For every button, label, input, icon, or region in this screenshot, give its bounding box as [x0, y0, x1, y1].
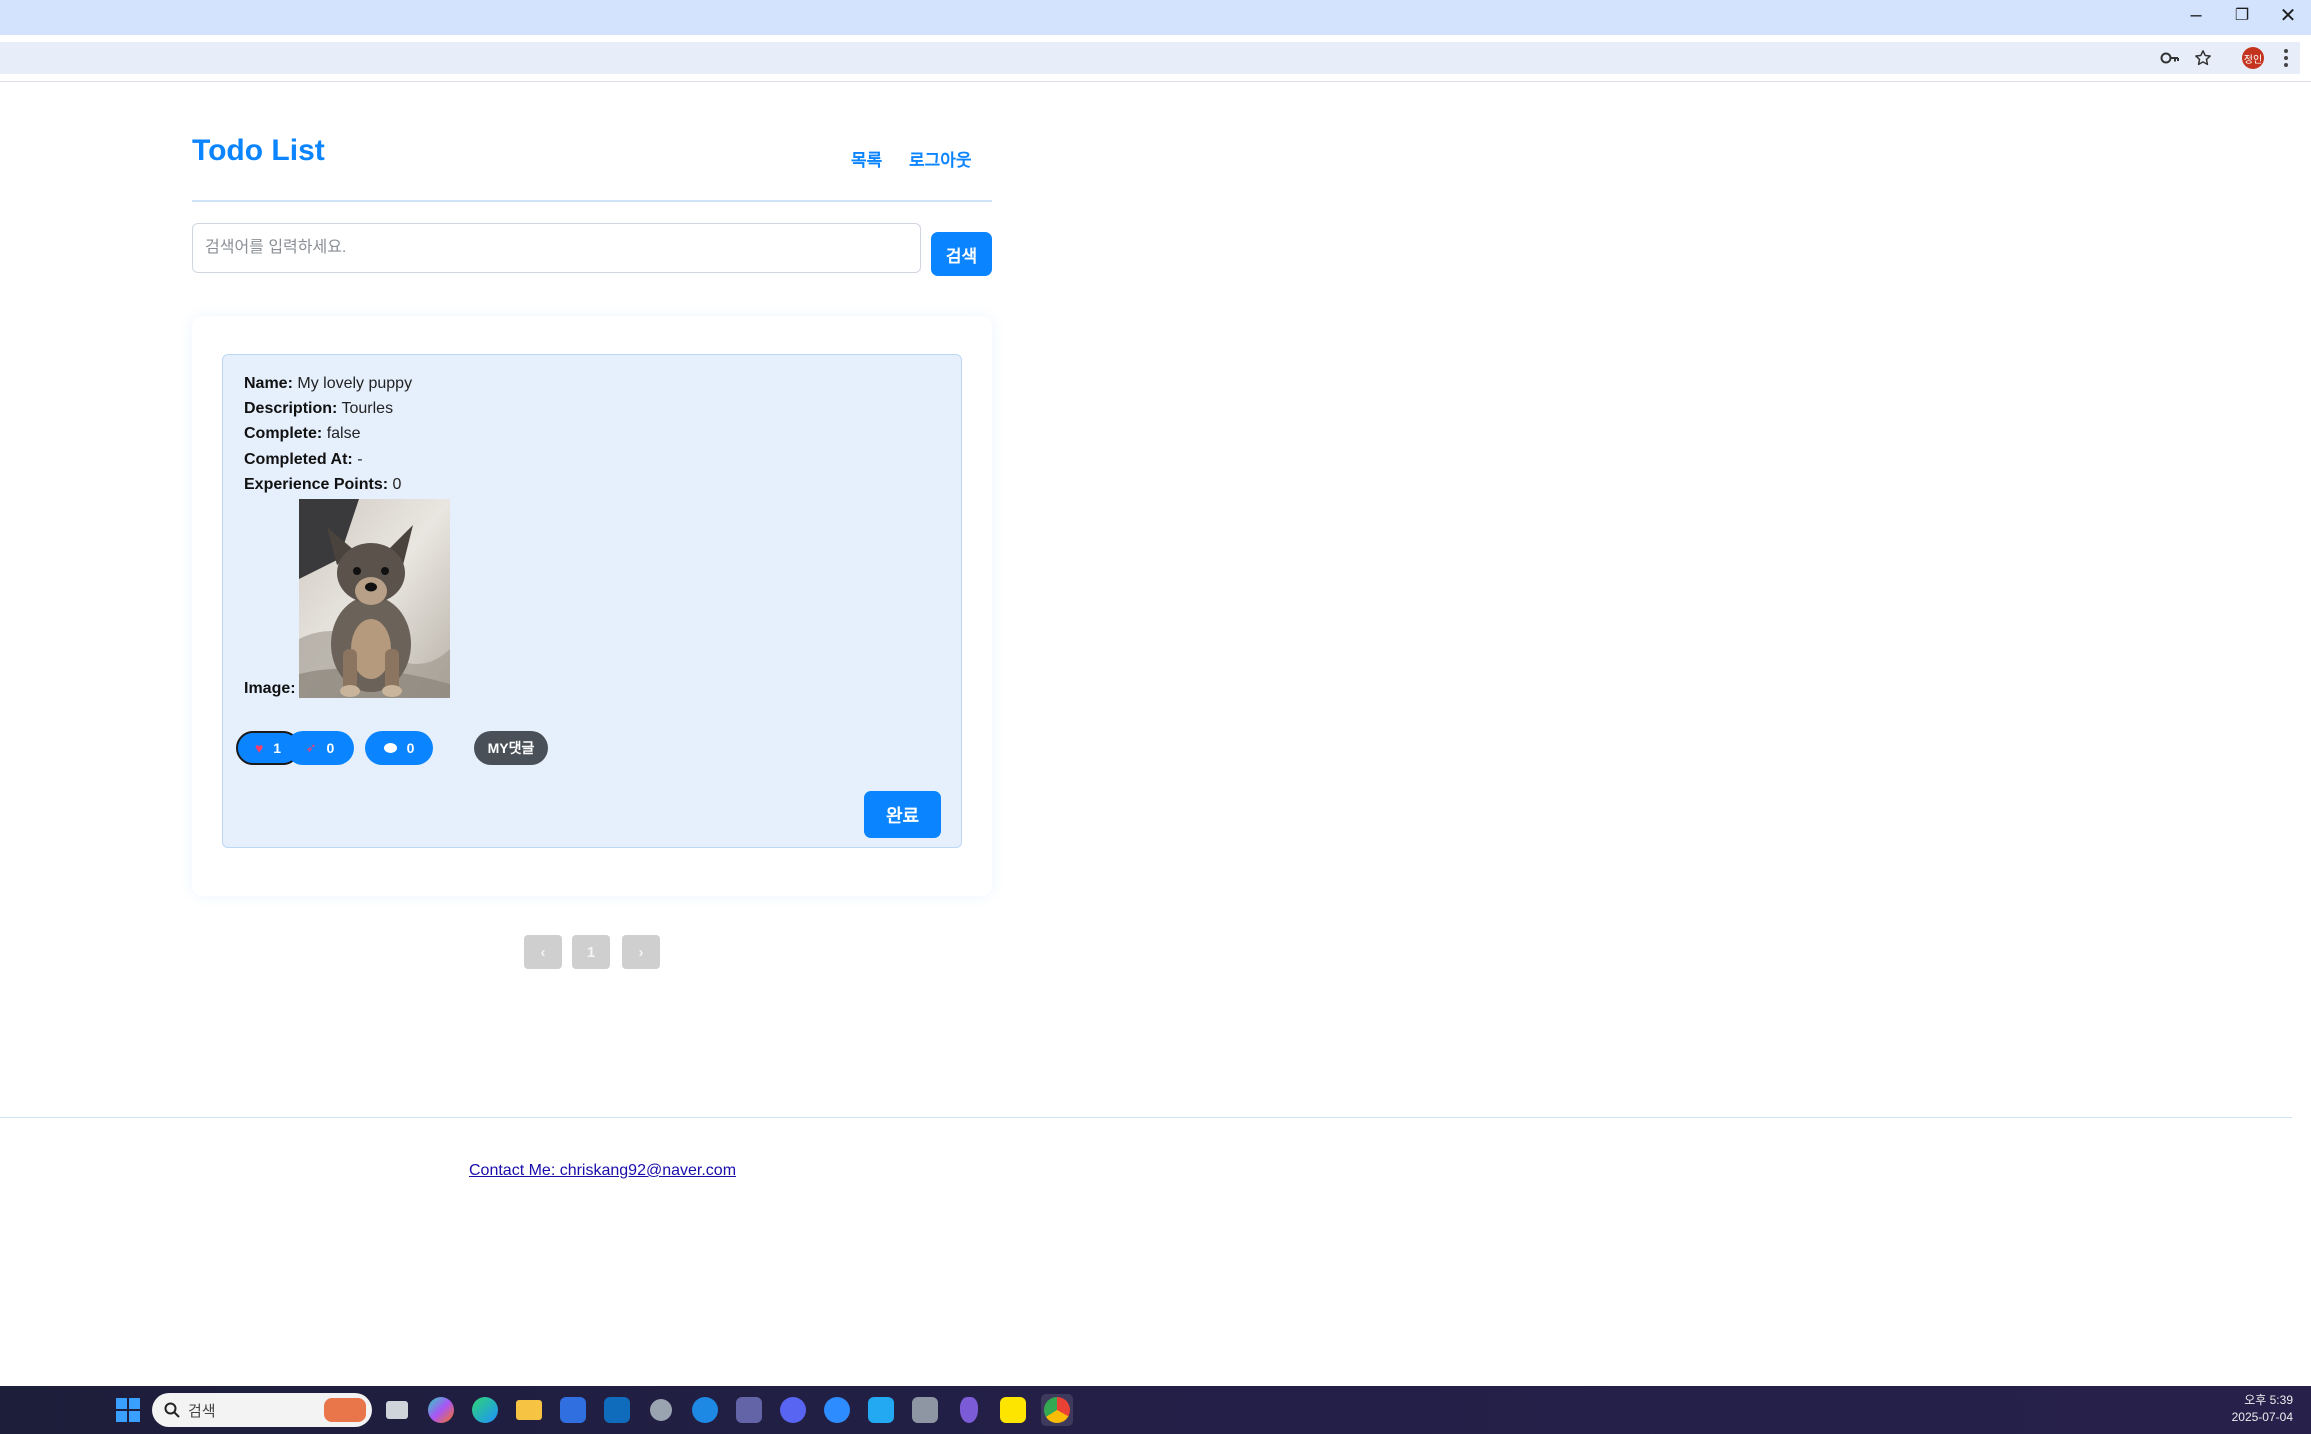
taskbar-teams[interactable]: [733, 1394, 765, 1426]
taskbar-search[interactable]: 검색: [152, 1393, 372, 1427]
taskbar-search-label: 검색: [188, 1402, 216, 1420]
teams-icon: [736, 1397, 762, 1423]
taskbar-chrome[interactable]: [1041, 1394, 1073, 1426]
folder-icon: [516, 1400, 542, 1420]
edge-icon: [472, 1397, 498, 1423]
brand-link[interactable]: Todo List: [192, 134, 325, 168]
discord-icon: [780, 1397, 806, 1423]
taskbar-clock: 오후 5:39 2025-07-04: [2232, 1392, 2293, 1426]
speech-bubble-icon: [383, 743, 397, 753]
taskbar-outlook[interactable]: [601, 1394, 633, 1426]
page-content: Todo List 목록 로그아웃 검색 Name: My lovely pup…: [0, 82, 2311, 1386]
menu-icon[interactable]: [2279, 45, 2293, 71]
contact-link[interactable]: Contact Me: chriskang92@naver.com: [469, 1162, 736, 1180]
todo-description: Description: Tourles: [244, 400, 394, 417]
todo-list-panel: Name: My lovely puppy Description: Tourl…: [192, 316, 992, 896]
complete-button[interactable]: 완료: [864, 791, 941, 838]
obsidian-icon: [960, 1397, 978, 1423]
taskbar-copilot[interactable]: [425, 1394, 457, 1426]
share-button[interactable]: ➶ 0: [286, 731, 354, 765]
search-icon: [164, 1402, 180, 1418]
task-view-icon: [386, 1401, 408, 1419]
kakaotalk-icon: [1000, 1397, 1026, 1423]
store-icon: [560, 1397, 586, 1423]
taskbar-discord[interactable]: [777, 1394, 809, 1426]
share-count: 0: [326, 740, 335, 756]
search-highlight-icon: [324, 1398, 366, 1422]
bookmark-star-button[interactable]: [2190, 45, 2216, 71]
todo-image: [299, 499, 450, 698]
copilot-icon: [428, 1397, 454, 1423]
os-taskbar: 검색 오후 5:39 2025-07-04: [0, 1386, 2311, 1434]
heart-icon: ♥: [254, 740, 264, 756]
outlook-icon: [604, 1397, 630, 1423]
start-button[interactable]: [112, 1394, 144, 1426]
comment-count: 0: [406, 740, 415, 756]
nav-list-link[interactable]: 목록: [851, 146, 882, 171]
todo-name: Name: My lovely puppy: [244, 375, 413, 392]
taskbar-file-explorer[interactable]: [513, 1394, 545, 1426]
taskbar-app-search[interactable]: [689, 1394, 721, 1426]
close-icon: ✕: [2279, 4, 2297, 27]
taskbar-settings[interactable]: [645, 1394, 677, 1426]
browser-titlebar: – ❐ ✕: [0, 0, 2311, 35]
search-input[interactable]: [192, 223, 921, 273]
rocket-icon: ➶: [305, 740, 317, 755]
todo-completed-at: Completed At: -: [244, 451, 363, 468]
taskbar-docker[interactable]: [909, 1394, 941, 1426]
taskbar-vscode[interactable]: [865, 1394, 897, 1426]
comment-button[interactable]: 0: [365, 731, 433, 765]
todo-image-label: Image:: [244, 680, 296, 697]
like-count: 1: [273, 740, 282, 756]
todo-complete: Complete: false: [244, 425, 361, 442]
nav-logout-link[interactable]: 로그아웃: [909, 146, 972, 171]
star-icon: [2195, 50, 2211, 66]
windows-logo-icon: [116, 1398, 140, 1422]
clock-time: 오후 5:39: [2244, 1393, 2293, 1407]
taskbar-edge[interactable]: [469, 1394, 501, 1426]
browser-toolbar: 정인: [0, 35, 2311, 82]
minimize-icon: –: [2190, 3, 2202, 26]
vscode-icon: [868, 1397, 894, 1423]
todo-card: Name: My lovely puppy Description: Tourl…: [222, 354, 962, 848]
gear-icon: [650, 1399, 672, 1421]
pagination-prev[interactable]: ‹: [524, 935, 562, 969]
taskbar-obsidian[interactable]: [953, 1394, 985, 1426]
restore-button[interactable]: ❐: [2219, 0, 2265, 30]
restore-icon: ❐: [2234, 7, 2250, 24]
terminal-icon: [912, 1397, 938, 1423]
clock-date: 2025-07-04: [2231, 1410, 2293, 1424]
todo-experience-points: Experience Points: 0: [244, 476, 402, 493]
profile-avatar[interactable]: 정인: [2242, 47, 2264, 69]
address-bar[interactable]: [0, 42, 2300, 74]
taskbar-task-view[interactable]: [381, 1394, 413, 1426]
footer-divider: [0, 1117, 2292, 1118]
pagination-page-1[interactable]: 1: [572, 935, 610, 969]
taskbar-store[interactable]: [557, 1394, 589, 1426]
site-header: Todo List 목록 로그아웃: [192, 82, 992, 202]
minimize-button[interactable]: –: [2173, 0, 2219, 30]
taskbar-kakaotalk[interactable]: [997, 1394, 1029, 1426]
taskbar-zoom[interactable]: [821, 1394, 853, 1426]
chrome-icon: [1044, 1397, 1070, 1423]
password-key-button[interactable]: [2157, 45, 2183, 71]
close-window-button[interactable]: ✕: [2265, 0, 2311, 30]
magnifier-app-icon: [692, 1397, 718, 1423]
key-icon: [2160, 52, 2179, 64]
pagination-next[interactable]: ›: [622, 935, 660, 969]
my-comments-button[interactable]: MY댓글: [474, 731, 548, 765]
search-button[interactable]: 검색: [931, 232, 992, 276]
zoom-icon: [824, 1397, 850, 1423]
